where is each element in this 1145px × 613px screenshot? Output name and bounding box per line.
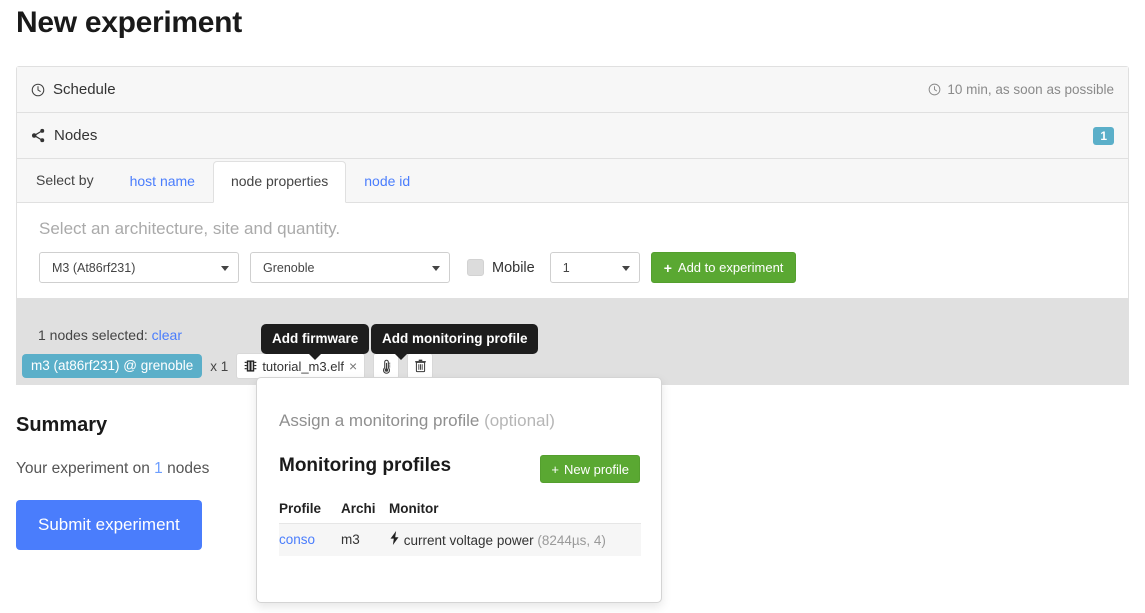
chevron-down-icon (221, 265, 229, 271)
remove-firmware-icon[interactable]: × (349, 358, 357, 374)
schedule-panel: Schedule 10 min, as soon as possible (16, 66, 1129, 112)
firmware-name: tutorial_m3.elf (262, 358, 344, 374)
bolt-icon (389, 531, 400, 545)
clock-icon-small (928, 83, 941, 96)
select-by-label: Select by (36, 172, 94, 188)
page-root: New experiment Schedule 10 min, as soon … (0, 0, 1145, 613)
form-hint: Select an architecture, site and quantit… (39, 219, 341, 238)
selection-summary: 1 nodes selected: clear (38, 327, 182, 343)
column-header-archi: Archi (341, 495, 389, 524)
new-profile-button[interactable]: + New profile (540, 455, 640, 483)
trash-icon (414, 359, 427, 373)
schedule-value: 10 min, as soon as possible (947, 82, 1114, 97)
plus-icon: + (663, 259, 672, 276)
table-header-row: Profile Archi Monitor (279, 495, 641, 524)
add-to-experiment-button[interactable]: + Add to experiment (650, 252, 797, 283)
delete-node-button[interactable] (407, 353, 434, 379)
summary-text-prefix: Your experiment on (16, 460, 150, 477)
column-header-profile: Profile (279, 495, 341, 524)
selection-summary-text: 1 nodes selected: (38, 327, 148, 343)
clock-icon (31, 83, 45, 97)
nodes-panel: Nodes 1 Select by host name node propert… (16, 112, 1129, 299)
add-to-experiment-label: Add to experiment (677, 260, 784, 275)
summary-heading: Summary (16, 414, 108, 436)
thermometer-icon (380, 359, 393, 374)
mobile-checkbox[interactable] (467, 259, 484, 276)
monitor-params: (8244µs, 4) (537, 533, 606, 548)
firmware-chip[interactable]: tutorial_m3.elf × (236, 353, 366, 379)
tooltip-add-firmware: Add firmware (261, 324, 370, 359)
node-multiplier: x 1 (210, 358, 229, 374)
cell-archi: m3 (341, 523, 389, 556)
tab-node-properties[interactable]: node properties (212, 160, 347, 203)
profile-link-conso[interactable]: conso (279, 532, 315, 547)
chip-icon (244, 359, 257, 373)
popover-subtitle-optional: (optional) (484, 411, 555, 430)
clear-selection-link[interactable]: clear (152, 327, 182, 343)
architecture-select[interactable]: M3 (At86rf231) (39, 252, 239, 283)
mobile-label: Mobile (492, 259, 535, 276)
plus-icon: + (551, 461, 559, 477)
share-nodes-icon (31, 128, 46, 143)
quantity-select[interactable]: 1 (549, 252, 640, 283)
site-select[interactable]: Grenoble (250, 252, 450, 283)
new-profile-label: New profile (563, 461, 629, 477)
popover-subtitle: Assign a monitoring profile (optional) (279, 411, 555, 431)
tooltip-add-monitoring-profile: Add monitoring profile (371, 324, 539, 359)
chevron-down-icon (432, 265, 440, 271)
select-by-tabs: Select by host name node properties node… (17, 158, 1128, 203)
summary-text-suffix: nodes (167, 460, 210, 477)
submit-experiment-button[interactable]: Submit experiment (16, 500, 202, 550)
popover-subtitle-main: Assign a monitoring profile (279, 411, 480, 430)
monitor-metrics: current voltage power (403, 533, 534, 548)
table-row[interactable]: conso m3 current voltage power (8244µs, … (279, 523, 641, 556)
monitoring-profile-popover: Assign a monitoring profile (optional) M… (256, 377, 662, 603)
architecture-value: M3 (At86rf231) (52, 260, 136, 275)
selected-node-row: m3 (at86rf231) @ grenoble x 1 tutorial_m… (22, 353, 434, 379)
site-value: Grenoble (263, 260, 315, 275)
cell-profile: conso (279, 523, 341, 556)
quantity-value: 1 (562, 260, 570, 275)
node-properties-form: Select an architecture, site and quantit… (17, 203, 1128, 283)
nodes-panel-header[interactable]: Nodes 1 (17, 113, 1128, 158)
summary-node-count: 1 (154, 460, 163, 477)
schedule-value-group: 10 min, as soon as possible (928, 82, 1114, 97)
tab-node-id[interactable]: node id (346, 161, 428, 203)
column-header-monitor: Monitor (389, 495, 641, 524)
mobile-checkbox-group[interactable]: Mobile (467, 259, 535, 276)
monitoring-profiles-table: Profile Archi Monitor conso m3 current v… (279, 495, 641, 556)
nodes-count-badge: 1 (1093, 126, 1114, 145)
summary-text: Your experiment on 1 nodes (16, 460, 209, 478)
tab-host-name[interactable]: host name (112, 161, 213, 203)
chevron-down-icon (621, 265, 630, 271)
page-title: New experiment (16, 6, 242, 39)
schedule-label: Schedule (53, 81, 116, 98)
cell-monitor: current voltage power (8244µs, 4) (389, 523, 641, 556)
popover-title: Monitoring profiles (279, 455, 452, 476)
nodes-label: Nodes (54, 127, 98, 144)
node-chip[interactable]: m3 (at86rf231) @ grenoble (22, 354, 203, 378)
schedule-panel-header[interactable]: Schedule 10 min, as soon as possible (17, 67, 1128, 112)
